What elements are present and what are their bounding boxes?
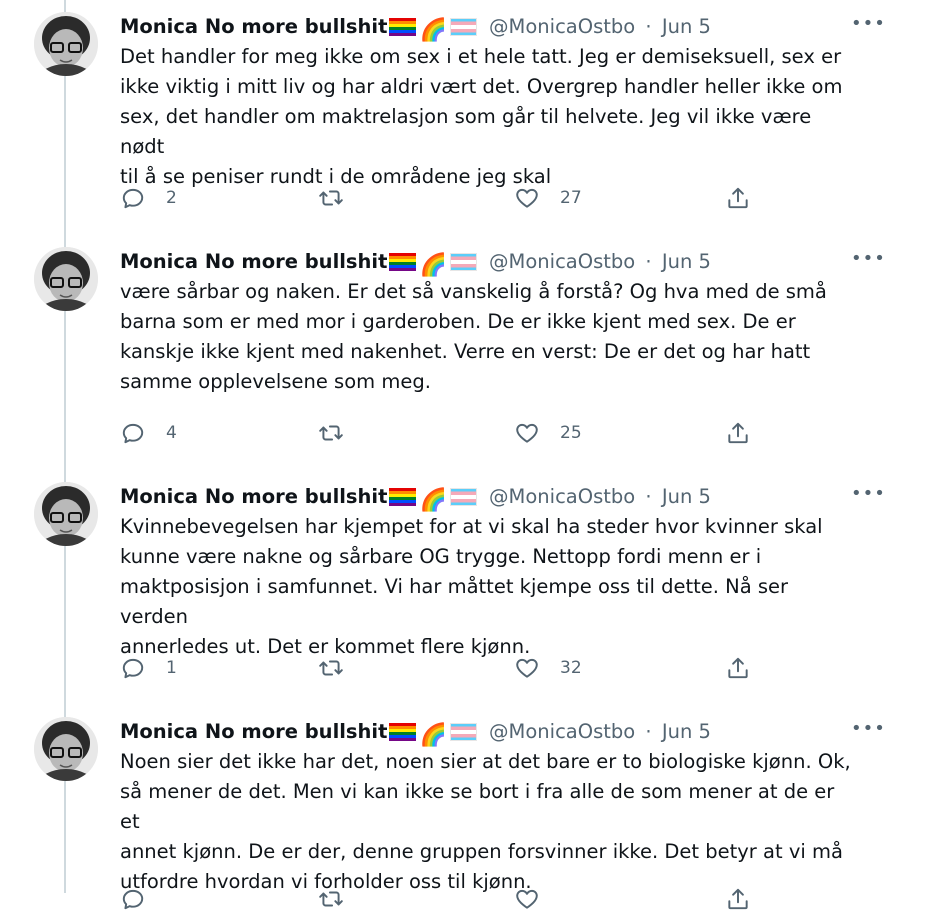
- share-button[interactable]: [725, 419, 751, 447]
- heart-icon: [516, 889, 538, 909]
- author-handle[interactable]: @MonicaOstbo: [489, 720, 635, 743]
- rainbow-flag-icon: [389, 487, 417, 506]
- retweet-icon: [319, 425, 343, 441]
- reply-button[interactable]: [120, 885, 166, 913]
- transgender-flag-icon: [449, 17, 477, 36]
- tweet-actions: 1 32: [0, 654, 939, 682]
- reply-count: 4: [166, 423, 177, 443]
- like-count: 27: [560, 188, 582, 208]
- more-options-icon[interactable]: •••: [851, 484, 885, 508]
- rainbow-flag-icon: [389, 722, 417, 741]
- tweet-header: Monica No more bullshit 🌈 @MonicaOstbo · …: [120, 247, 879, 277]
- retweet-icon: [319, 190, 343, 206]
- avatar[interactable]: [34, 247, 98, 311]
- tweet-text: være sårbar og naken. Er det så vanskeli…: [120, 280, 827, 393]
- share-button[interactable]: [725, 184, 751, 212]
- rainbow-emoji: 🌈: [419, 17, 447, 43]
- retweet-button[interactable]: [318, 654, 364, 682]
- reply-icon: [122, 188, 144, 209]
- rainbow-flag-icon: [389, 17, 417, 36]
- avatar[interactable]: [34, 717, 98, 781]
- share-icon: [728, 888, 748, 910]
- reply-icon: [122, 423, 144, 444]
- author-name[interactable]: Monica No more bullshit: [120, 720, 387, 743]
- share-button[interactable]: [725, 654, 751, 682]
- reply-button[interactable]: 1: [120, 654, 177, 682]
- like-button[interactable]: [514, 885, 560, 913]
- reply-icon: [122, 658, 144, 679]
- tweet-text: Det handler for meg ikke om sex i et hel…: [120, 45, 843, 188]
- share-icon: [728, 422, 748, 444]
- tweet-text: Noen sier det ikke har det, noen sier at…: [120, 750, 851, 893]
- retweet-button[interactable]: [318, 885, 364, 913]
- tweet-actions: [0, 885, 939, 913]
- rainbow-flag-icon: [389, 252, 417, 271]
- more-options-icon[interactable]: •••: [851, 719, 885, 743]
- tweet-text: Kvinnebevegelsen har kjempet for at vi s…: [120, 515, 823, 658]
- tweet-actions: 2 27: [0, 184, 939, 212]
- retweet-icon: [319, 891, 343, 907]
- reply-button[interactable]: 2: [120, 184, 177, 212]
- tweet-header: Monica No more bullshit 🌈 @MonicaOstbo · …: [120, 717, 879, 747]
- retweet-icon: [319, 660, 343, 676]
- transgender-flag-icon: [449, 252, 477, 271]
- meta-separator: ·: [645, 15, 652, 38]
- share-icon: [728, 657, 748, 679]
- tweet-date[interactable]: Jun 5: [662, 720, 711, 743]
- tweet-date[interactable]: Jun 5: [662, 250, 711, 273]
- rainbow-emoji: 🌈: [419, 722, 447, 748]
- transgender-flag-icon: [449, 487, 477, 506]
- tweet-date[interactable]: Jun 5: [662, 15, 711, 38]
- meta-separator: ·: [645, 720, 652, 743]
- like-count: 32: [560, 658, 582, 678]
- heart-icon: [516, 658, 538, 678]
- share-icon: [728, 187, 748, 209]
- avatar[interactable]: [34, 482, 98, 546]
- like-button[interactable]: 25: [514, 419, 582, 447]
- rainbow-emoji: 🌈: [419, 252, 447, 278]
- more-options-icon[interactable]: •••: [851, 249, 885, 273]
- retweet-button[interactable]: [318, 419, 364, 447]
- heart-icon: [516, 423, 538, 443]
- meta-separator: ·: [645, 485, 652, 508]
- reply-button[interactable]: 4: [120, 419, 177, 447]
- retweet-button[interactable]: [318, 184, 364, 212]
- author-handle[interactable]: @MonicaOstbo: [489, 250, 635, 273]
- author-name[interactable]: Monica No more bullshit: [120, 15, 387, 38]
- reply-count: 1: [166, 658, 177, 678]
- tweet-date[interactable]: Jun 5: [662, 485, 711, 508]
- like-button[interactable]: 32: [514, 654, 582, 682]
- author-name[interactable]: Monica No more bullshit: [120, 485, 387, 508]
- author-name[interactable]: Monica No more bullshit: [120, 250, 387, 273]
- author-handle[interactable]: @MonicaOstbo: [489, 485, 635, 508]
- heart-icon: [516, 188, 538, 208]
- tweet-header: Monica No more bullshit 🌈 @MonicaOstbo · …: [120, 482, 879, 512]
- reply-icon: [122, 889, 144, 910]
- share-button[interactable]: [725, 885, 751, 913]
- tweet-actions: 4 25: [0, 419, 939, 447]
- meta-separator: ·: [645, 250, 652, 273]
- like-count: 25: [560, 423, 582, 443]
- avatar[interactable]: [34, 12, 98, 76]
- more-options-icon[interactable]: •••: [851, 14, 885, 38]
- transgender-flag-icon: [449, 722, 477, 741]
- rainbow-emoji: 🌈: [419, 487, 447, 513]
- like-button[interactable]: 27: [514, 184, 582, 212]
- reply-count: 2: [166, 188, 177, 208]
- tweet-header: Monica No more bullshit 🌈 @MonicaOstbo · …: [120, 12, 879, 42]
- author-handle[interactable]: @MonicaOstbo: [489, 15, 635, 38]
